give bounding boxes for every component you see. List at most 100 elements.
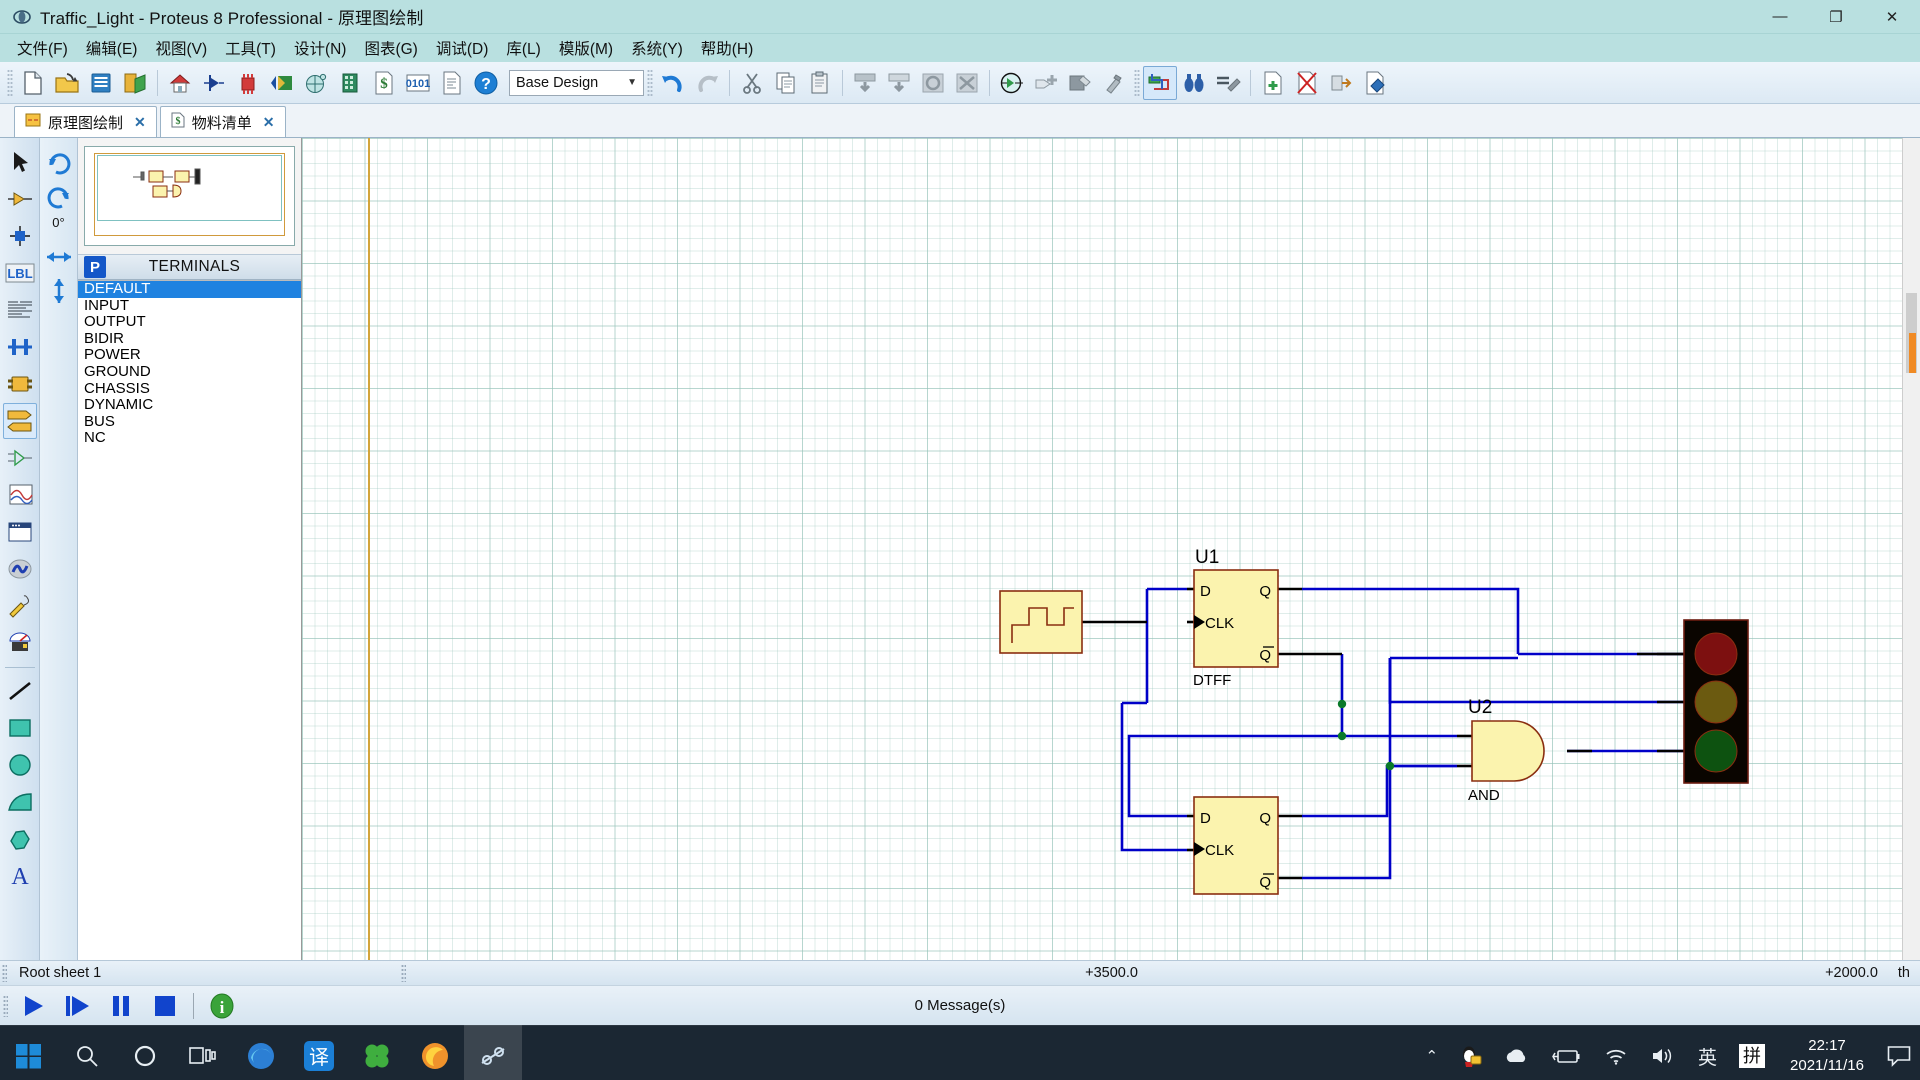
junction-dot-mode-icon[interactable] xyxy=(3,218,37,254)
wire-label-mode-icon[interactable]: LBL xyxy=(3,255,37,291)
subcircuit-mode-icon[interactable] xyxy=(3,366,37,402)
design-selector[interactable]: Base Design ▼ xyxy=(509,70,644,96)
onedrive-tray-icon[interactable] xyxy=(1493,1047,1541,1065)
terminals-mode-icon[interactable] xyxy=(3,403,37,439)
bill-of-materials-report-icon[interactable] xyxy=(1358,66,1392,100)
menu-help[interactable]: 帮助(H) xyxy=(692,34,763,62)
list-item[interactable]: BUS xyxy=(78,414,301,431)
menu-design[interactable]: 设计(N) xyxy=(285,34,356,62)
voltage-probe-mode-icon[interactable] xyxy=(3,588,37,624)
close-icon[interactable]: ✕ xyxy=(134,114,146,131)
list-item[interactable]: GROUND xyxy=(78,364,301,381)
path-tool-icon[interactable] xyxy=(3,821,37,857)
home-icon[interactable] xyxy=(163,66,197,100)
mirror-vertical-icon[interactable] xyxy=(42,274,76,308)
toolbar-grip[interactable] xyxy=(7,69,13,97)
save-project-icon[interactable] xyxy=(84,66,118,100)
clover-app-icon[interactable] xyxy=(348,1025,406,1080)
exit-sheet-icon[interactable] xyxy=(1324,66,1358,100)
make-device-icon[interactable] xyxy=(1029,66,1063,100)
terminals-list[interactable]: DEFAULT INPUT OUTPUT BIDIR POWER GROUND … xyxy=(78,280,301,960)
menu-debug[interactable]: 调试(D) xyxy=(427,34,498,62)
circle-tool-icon[interactable] xyxy=(3,747,37,783)
cortana-icon[interactable] xyxy=(116,1025,174,1080)
tab-schematic[interactable]: 原理图绘制 ✕ xyxy=(14,106,157,137)
block-rotate-icon[interactable] xyxy=(916,66,950,100)
close-button[interactable]: ✕ xyxy=(1864,0,1920,34)
list-item[interactable]: INPUT xyxy=(78,298,301,315)
search-tag-icon[interactable] xyxy=(1177,66,1211,100)
toolbar-grip-3[interactable] xyxy=(1134,69,1140,97)
task-view-icon[interactable] xyxy=(174,1025,232,1080)
list-item[interactable]: CHASSIS xyxy=(78,381,301,398)
stop-icon[interactable] xyxy=(143,988,187,1024)
toolbar-grip-2[interactable] xyxy=(647,69,653,97)
block-delete-icon[interactable] xyxy=(950,66,984,100)
canvas-vertical-scrollbar[interactable] xyxy=(1902,138,1920,960)
ime-pinyin-icon[interactable]: 拼 xyxy=(1728,1044,1776,1068)
action-center-icon[interactable] xyxy=(1878,1025,1920,1080)
windows-start-icon[interactable] xyxy=(0,1025,58,1080)
schematic-capture-icon[interactable] xyxy=(197,66,231,100)
volume-tray-icon[interactable] xyxy=(1639,1046,1687,1066)
block-copy-icon[interactable] xyxy=(848,66,882,100)
3d-visualizer-icon[interactable] xyxy=(265,66,299,100)
step-icon[interactable] xyxy=(55,988,99,1024)
copy-icon[interactable] xyxy=(769,66,803,100)
pcb-layout-icon[interactable] xyxy=(231,66,265,100)
design-explorer-icon[interactable] xyxy=(333,66,367,100)
block-move-icon[interactable] xyxy=(882,66,916,100)
pause-icon[interactable] xyxy=(99,988,143,1024)
gerber-viewer-icon[interactable] xyxy=(299,66,333,100)
project-notes-icon[interactable] xyxy=(435,66,469,100)
mirror-horizontal-icon[interactable] xyxy=(42,240,76,274)
list-item[interactable]: BIDIR xyxy=(78,331,301,348)
info-icon[interactable]: i xyxy=(200,988,244,1024)
menu-graph[interactable]: 图表(G) xyxy=(355,34,426,62)
menu-tools[interactable]: 工具(T) xyxy=(216,34,285,62)
source-code-icon[interactable]: 0101 xyxy=(401,66,435,100)
menu-view[interactable]: 视图(V) xyxy=(146,34,216,62)
open-project-icon[interactable] xyxy=(50,66,84,100)
taskbar-clock[interactable]: 22:17 2021/11/16 xyxy=(1776,1025,1878,1080)
maximize-button[interactable]: ❐ xyxy=(1808,0,1864,34)
qq-tray-icon[interactable] xyxy=(1449,1044,1493,1068)
rotate-clockwise-icon[interactable] xyxy=(42,146,76,180)
redo-icon[interactable] xyxy=(690,66,724,100)
firefox-browser-icon[interactable] xyxy=(406,1025,464,1080)
new-project-icon[interactable] xyxy=(16,66,50,100)
minimize-button[interactable]: — xyxy=(1752,0,1808,34)
selection-mode-icon[interactable] xyxy=(3,144,37,180)
tab-bom[interactable]: $ 物料清单 ✕ xyxy=(160,106,286,137)
decompose-icon[interactable] xyxy=(1097,66,1131,100)
paste-icon[interactable] xyxy=(803,66,837,100)
text-tool-icon[interactable]: A xyxy=(3,858,37,894)
device-pins-mode-icon[interactable] xyxy=(3,440,37,476)
proteus-app-icon[interactable] xyxy=(464,1025,522,1080)
translate-app-icon[interactable]: 译 xyxy=(290,1025,348,1080)
close-icon[interactable]: ✕ xyxy=(263,114,275,131)
bill-of-materials-icon[interactable]: $ xyxy=(367,66,401,100)
menu-system[interactable]: 系统(Y) xyxy=(622,34,692,62)
wifi-tray-icon[interactable] xyxy=(1593,1046,1639,1066)
pick-device-icon[interactable] xyxy=(995,66,1029,100)
new-sheet-icon[interactable] xyxy=(1256,66,1290,100)
menu-edit[interactable]: 编辑(E) xyxy=(77,34,147,62)
import-export-icon[interactable] xyxy=(118,66,152,100)
wire-autorouter-icon[interactable] xyxy=(1143,66,1177,100)
arc-tool-icon[interactable] xyxy=(3,784,37,820)
show-hidden-icons-chevron[interactable]: ⌃ xyxy=(1414,1047,1449,1065)
line-tool-icon[interactable] xyxy=(3,673,37,709)
undo-icon[interactable] xyxy=(656,66,690,100)
component-mode-icon[interactable] xyxy=(3,181,37,217)
graph-mode-icon[interactable] xyxy=(3,477,37,513)
generator-mode-icon[interactable] xyxy=(3,551,37,587)
ime-language-icon[interactable]: 英 xyxy=(1687,1043,1728,1070)
list-item[interactable]: OUTPUT xyxy=(78,314,301,331)
remove-sheet-icon[interactable] xyxy=(1290,66,1324,100)
tape-recorder-mode-icon[interactable] xyxy=(3,514,37,550)
property-assignment-icon[interactable] xyxy=(1211,66,1245,100)
schematic-canvas[interactable]: D CLK Q Q DTFF U1 D CLK Q Q xyxy=(302,138,1920,960)
list-item[interactable]: DYNAMIC xyxy=(78,397,301,414)
object-preview[interactable] xyxy=(84,146,295,246)
